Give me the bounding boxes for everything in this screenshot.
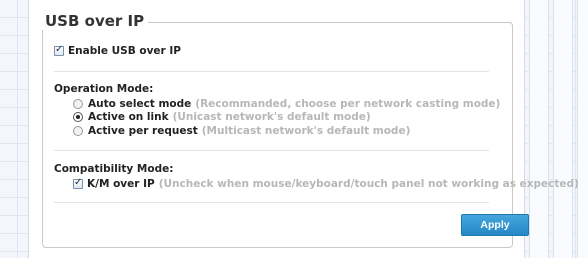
settings-panel: USB over IP Enable USB over IP Operation… (28, 0, 579, 258)
option-hint: (Unicast network's default mode) (172, 111, 371, 123)
operation-mode-heading: Operation Mode: (54, 83, 154, 95)
option-hint: (Multicast network's default mode) (201, 125, 411, 137)
apply-button[interactable]: Apply (461, 214, 529, 236)
background-column (529, 0, 549, 258)
km-over-ip-checkbox[interactable] (73, 177, 83, 189)
operation-mode-option-auto[interactable]: Auto select mode (Recommanded, choose pe… (73, 98, 500, 110)
operation-mode-heading-row: Operation Mode: (54, 83, 153, 95)
divider (54, 71, 489, 72)
auto-select-radio[interactable] (73, 99, 83, 109)
active-per-request-radio[interactable] (73, 126, 83, 136)
km-over-ip-hint: (Uncheck when mouse/keyboard/touch panel… (158, 178, 579, 190)
background-column (553, 0, 573, 258)
compatibility-mode-heading: Compatibility Mode: (54, 163, 174, 175)
km-over-ip-label: K/M over IP (87, 178, 155, 190)
enable-usb-over-ip-row[interactable]: Enable USB over IP (54, 44, 181, 57)
divider (54, 202, 489, 203)
compatibility-mode-heading-row: Compatibility Mode: (54, 163, 173, 175)
enable-usb-over-ip-label: Enable USB over IP (68, 45, 181, 57)
km-over-ip-row[interactable]: K/M over IP (Uncheck when mouse/keyboard… (73, 177, 579, 190)
operation-mode-option-active-on-link[interactable]: Active on link (Unicast network's defaul… (73, 111, 371, 123)
option-label: Active per request (88, 125, 198, 137)
active-on-link-radio[interactable] (73, 112, 83, 122)
option-label: Active on link (88, 111, 169, 123)
background-column (577, 0, 588, 258)
divider (54, 150, 489, 151)
enable-usb-over-ip-checkbox[interactable] (54, 44, 64, 56)
section-title: USB over IP (41, 12, 149, 30)
option-hint: (Recommanded, choose per network casting… (195, 98, 501, 110)
operation-mode-option-active-per-request[interactable]: Active per request (Multicast network's … (73, 125, 410, 137)
option-label: Auto select mode (88, 98, 192, 110)
